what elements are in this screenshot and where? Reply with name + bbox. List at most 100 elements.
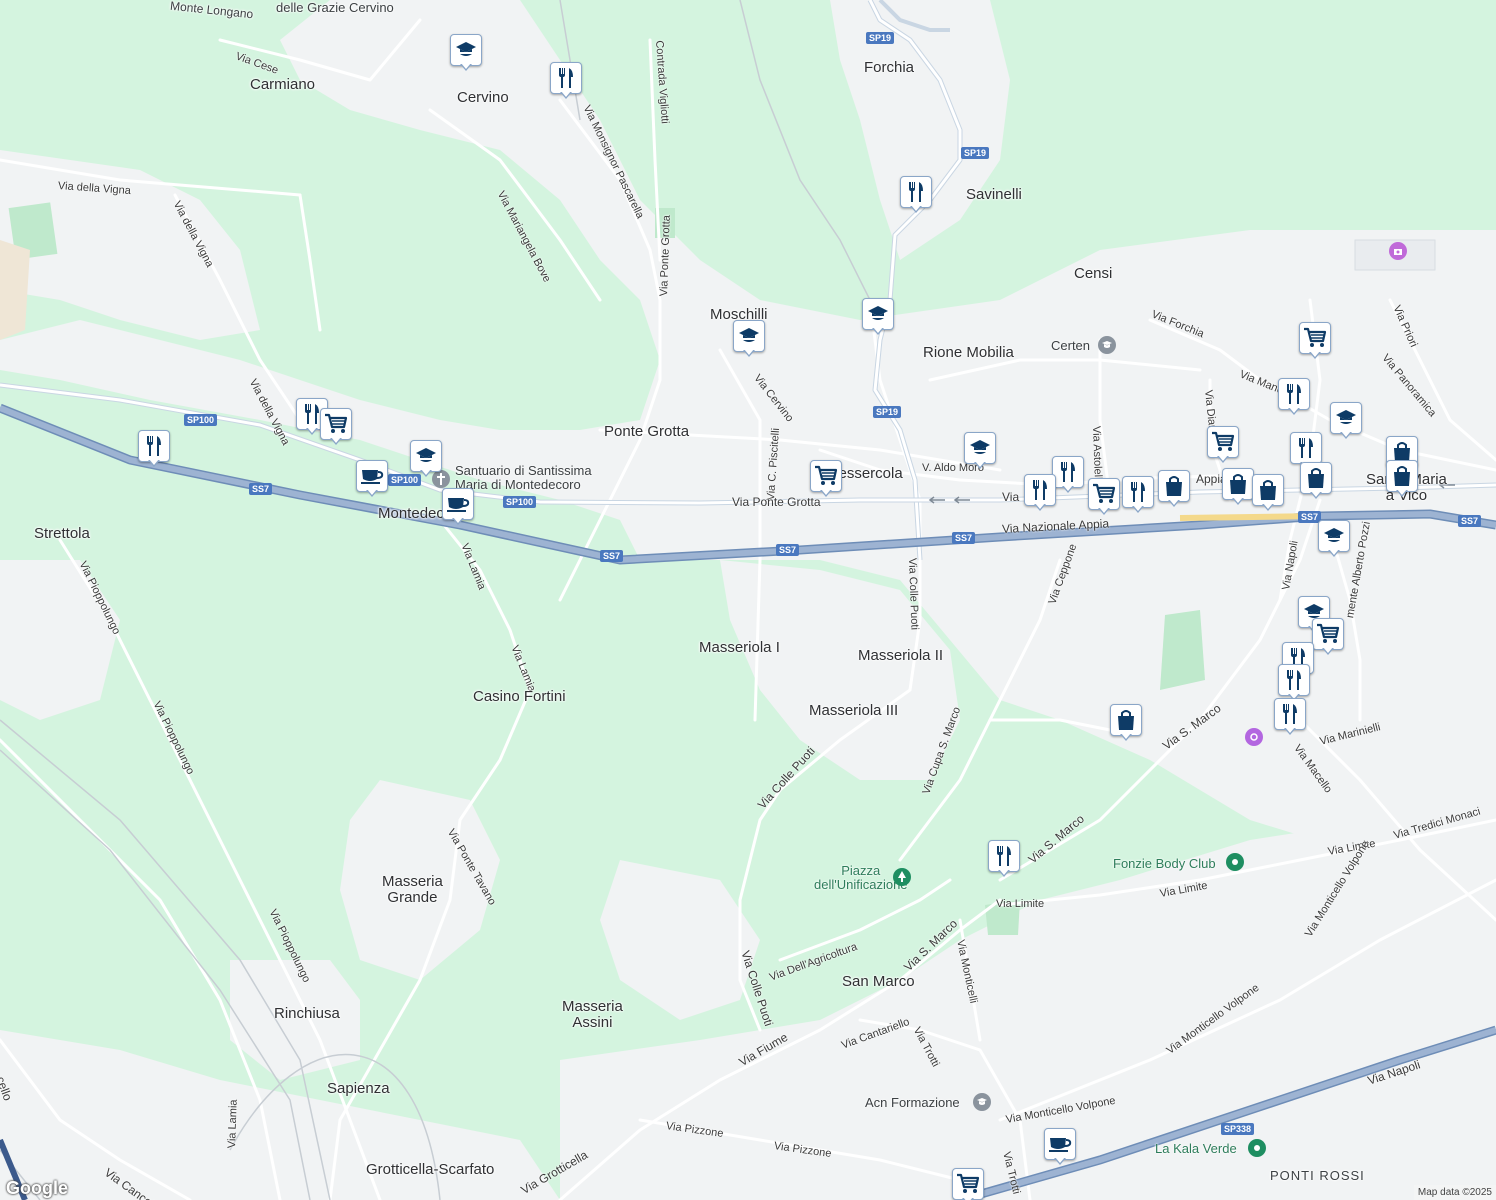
restaurant-marker[interactable] [138, 430, 170, 470]
cart-marker[interactable] [810, 460, 842, 500]
cart-marker[interactable] [1088, 478, 1120, 518]
place-label: Cervino [457, 89, 509, 106]
restaurant-icon [988, 840, 1020, 872]
school-marker[interactable] [964, 432, 996, 472]
school-marker[interactable] [410, 440, 442, 480]
bag-icon [1252, 474, 1284, 506]
place-label: delle Grazie Cervino [276, 0, 394, 15]
school-icon [450, 34, 482, 66]
school-icon [862, 298, 894, 330]
google-logo: Google [6, 1178, 68, 1198]
place-label: Savinelli [966, 186, 1022, 203]
poi-label[interactable]: Fonzie Body Club [1113, 856, 1216, 871]
road-shield: SP100 [184, 414, 218, 426]
cart-marker[interactable] [1207, 426, 1239, 466]
street-label: Via Lamia [226, 1099, 240, 1149]
bag-marker[interactable] [1158, 470, 1190, 510]
school-icon[interactable] [973, 1093, 991, 1111]
place-label: Rione Mobilia [923, 344, 1014, 361]
school-marker[interactable] [1330, 402, 1362, 442]
bag-marker[interactable] [1386, 460, 1418, 500]
restaurant-marker[interactable] [1278, 378, 1310, 418]
cart-icon [320, 408, 352, 440]
cart-icon [952, 1168, 984, 1200]
place-label: Masseria Grande [382, 873, 443, 906]
map-canvas[interactable]: SP19 SP19 SP19 SP100 SP100 SP100 SS7 SS7… [0, 0, 1496, 1200]
road-shield: SS7 [600, 550, 624, 562]
cafe-icon [1044, 1128, 1076, 1160]
place-label: San Marco [842, 973, 915, 990]
school-icon [964, 432, 996, 464]
restaurant-marker[interactable] [1274, 698, 1306, 738]
restaurant-icon [1052, 456, 1084, 488]
road-shield: SS7 [952, 532, 976, 544]
road-shield: SP19 [866, 32, 895, 44]
cafe-marker[interactable] [1044, 1128, 1076, 1168]
bag-marker[interactable] [1222, 468, 1254, 508]
cart-icon [1207, 426, 1239, 458]
cafe-marker[interactable] [442, 488, 474, 528]
bag-icon [1110, 704, 1142, 736]
bag-marker[interactable] [1110, 704, 1142, 744]
restaurant-icon [900, 176, 932, 208]
bag-icon [1222, 468, 1254, 500]
bag-marker[interactable] [1252, 474, 1284, 514]
place-label: Censi [1074, 265, 1113, 282]
bag-icon [1386, 460, 1418, 492]
place-label: Casino Fortini [473, 688, 566, 705]
restaurant-icon [550, 62, 582, 94]
cafe-marker[interactable] [356, 460, 388, 500]
school-icon[interactable] [1098, 336, 1116, 354]
place-label: Sapienza [327, 1080, 390, 1097]
place-label: Masseriola I [699, 639, 780, 656]
road-shield: SS7 [249, 483, 273, 495]
cart-icon [1299, 322, 1331, 354]
poi-label[interactable]: Santuario di Santissima Maria di Montede… [455, 464, 592, 492]
restaurant-icon [1278, 664, 1310, 696]
place-label: Rinchiusa [274, 1005, 340, 1022]
camera-icon[interactable] [1389, 242, 1407, 260]
cart-icon [1312, 618, 1344, 650]
gym-icon[interactable] [1226, 853, 1244, 871]
road-shield: SP19 [873, 406, 902, 418]
restaurant-marker[interactable] [988, 840, 1020, 880]
poi-label[interactable]: La Kala Verde [1155, 1141, 1237, 1156]
restaurant-marker[interactable] [550, 62, 582, 102]
road-shield: SP338 [1221, 1123, 1255, 1135]
school-marker[interactable] [733, 320, 765, 360]
place-label: Masseriola III [809, 702, 899, 719]
school-marker[interactable] [862, 298, 894, 338]
bag-icon [1158, 470, 1190, 502]
poi-label[interactable]: Acn Formazione [865, 1095, 960, 1110]
location-icon[interactable] [1245, 728, 1263, 746]
restaurant-marker[interactable] [1122, 476, 1154, 516]
bag-icon [1300, 462, 1332, 494]
street-label: Via Limite [996, 898, 1045, 910]
school-icon [410, 440, 442, 472]
restaurant-icon [1122, 476, 1154, 508]
restaurant-icon [1290, 432, 1322, 464]
cart-marker[interactable] [1299, 322, 1331, 362]
place-label: Carmiano [250, 76, 316, 93]
cart-marker[interactable] [952, 1168, 984, 1200]
place-label: Forchia [864, 59, 915, 76]
cart-marker[interactable] [320, 408, 352, 448]
cart-marker[interactable] [1312, 618, 1344, 658]
bag-marker[interactable] [1300, 462, 1332, 502]
restaurant-icon [1278, 378, 1310, 410]
cafe-icon [442, 488, 474, 520]
school-marker[interactable] [1318, 520, 1350, 560]
poi-label[interactable]: Certen [1051, 338, 1090, 353]
restaurant-marker[interactable] [1024, 474, 1056, 514]
road-shield: SS7 [1458, 515, 1482, 527]
map-attribution: Map data ©2025 [1413, 1185, 1496, 1200]
park-icon[interactable] [893, 868, 911, 886]
street-label: Via [1002, 490, 1020, 504]
restaurant-marker[interactable] [900, 176, 932, 216]
place-label: Grotticella-Scarfato [366, 1161, 495, 1178]
cafe-icon [356, 460, 388, 492]
school-marker[interactable] [450, 34, 482, 74]
recreation-icon[interactable] [1248, 1139, 1266, 1157]
restaurant-marker[interactable] [1052, 456, 1084, 496]
road-shield: SP100 [503, 496, 537, 508]
